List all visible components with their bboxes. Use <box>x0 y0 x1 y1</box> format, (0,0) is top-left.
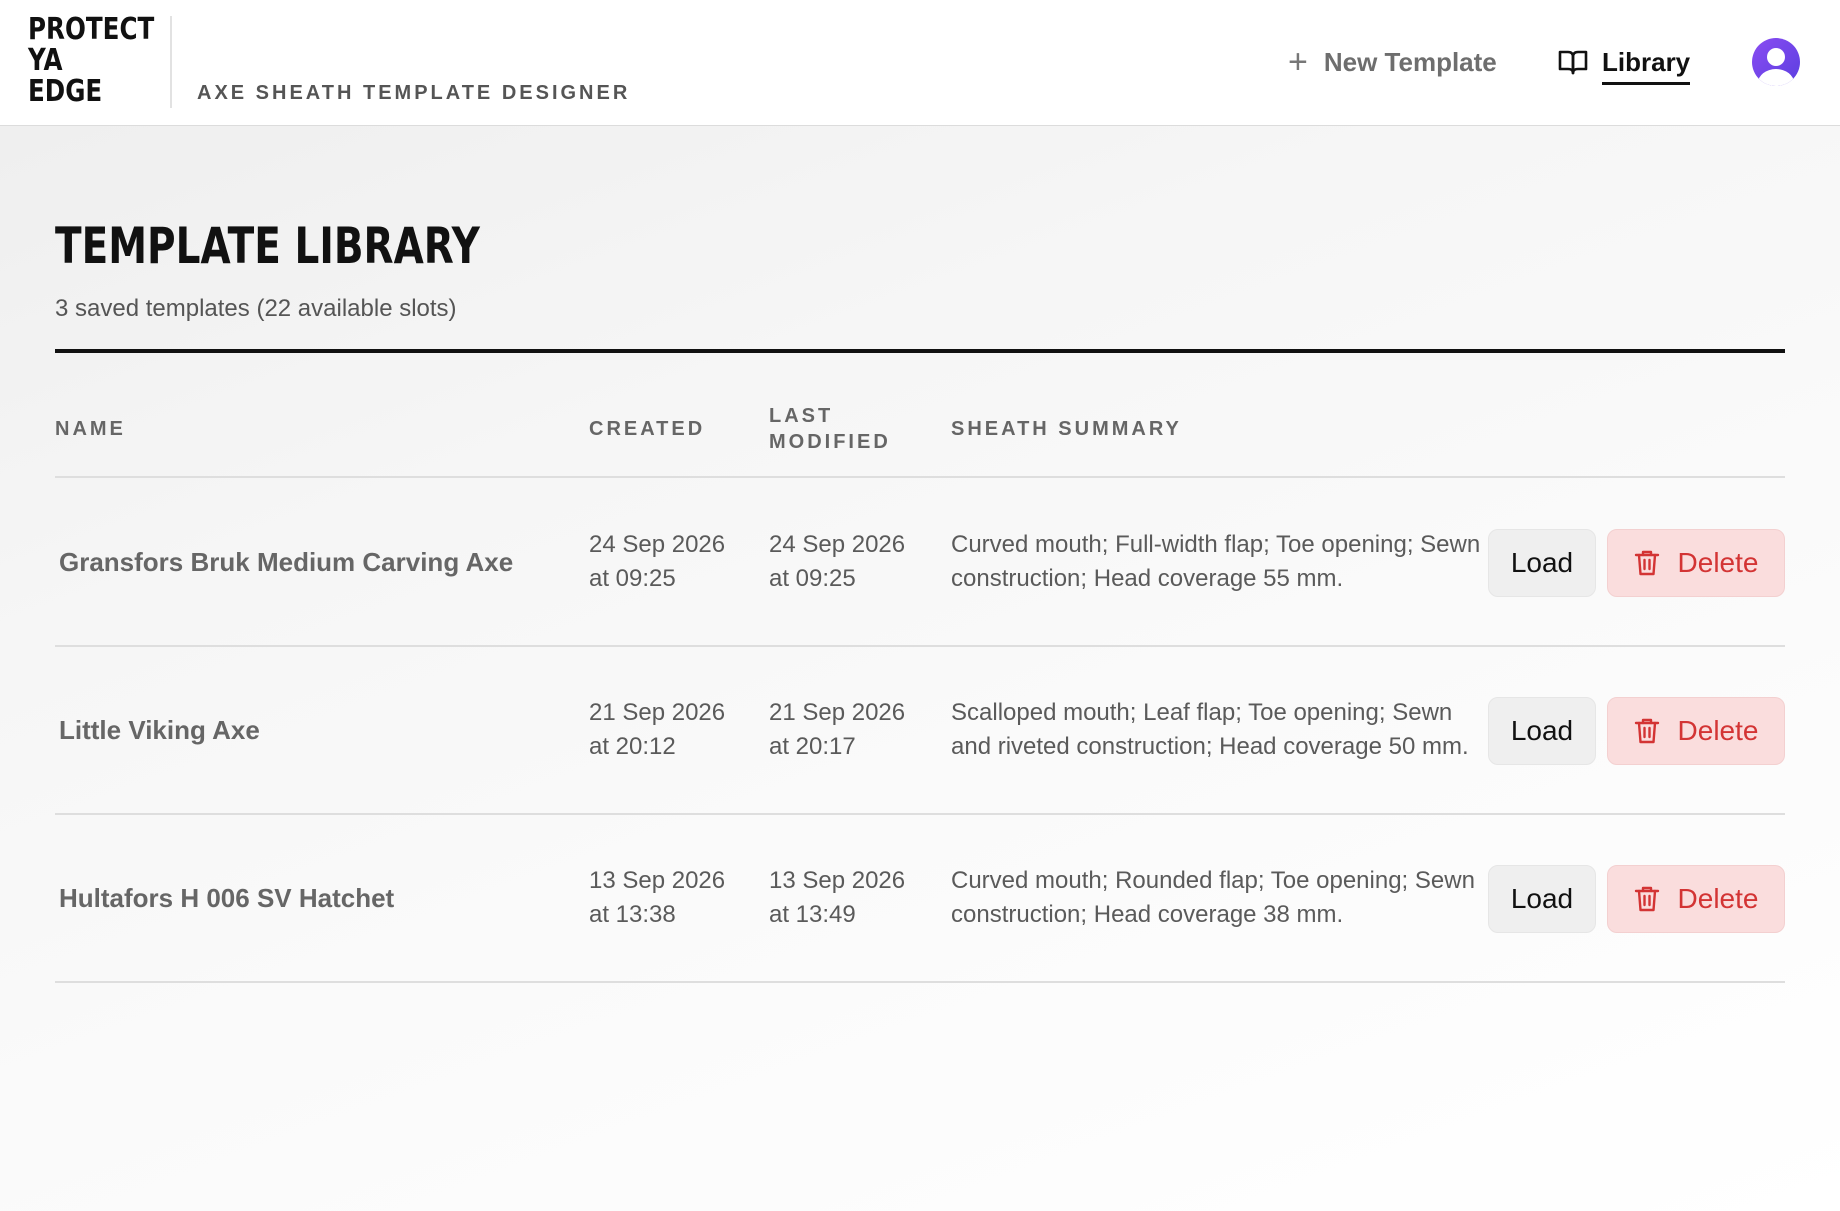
delete-button[interactable]: Delete <box>1607 865 1785 933</box>
modified-date: 13 Sep 2026 at 13:49 <box>769 867 906 928</box>
title-rule <box>55 349 1785 353</box>
load-label: Load <box>1510 883 1574 914</box>
table-divider <box>55 476 1785 478</box>
table-row: Gransfors Bruk Medium Carving Axe 24 Sep… <box>55 479 1785 645</box>
sheath-summary: Curved mouth; Full-width flap; Toe openi… <box>951 531 1481 592</box>
app-subtitle: AXE SHEATH TEMPLATE DESIGNER <box>197 82 631 104</box>
library-nav-link[interactable]: Library <box>1558 44 1691 85</box>
sheath-summary: Scalloped mouth; Leaf flap; Toe opening;… <box>951 699 1469 760</box>
modified-date: 24 Sep 2026 at 09:25 <box>769 531 906 592</box>
modified-date: 21 Sep 2026 at 20:17 <box>769 699 906 760</box>
created-date: 21 Sep 2026 at 20:12 <box>589 699 726 760</box>
table-row: Little Viking Axe 21 Sep 2026 at 20:12 2… <box>55 647 1785 813</box>
library-label: Library <box>1602 47 1691 85</box>
created-date: 24 Sep 2026 at 09:25 <box>589 531 726 592</box>
load-button[interactable]: Load <box>1488 529 1596 597</box>
delete-button[interactable]: Delete <box>1607 529 1785 597</box>
header-divider <box>170 16 172 108</box>
new-template-label: New Template <box>1323 46 1497 77</box>
app-header: PROTECT YA EDGE AXE SHEATH TEMPLATE DESI… <box>0 0 1840 126</box>
delete-button[interactable]: Delete <box>1607 697 1785 765</box>
page-title: TEMPLATE LIBRARY <box>55 217 480 275</box>
new-template-button[interactable]: + New Template <box>1288 44 1497 80</box>
delete-label: Delete <box>1677 715 1759 746</box>
brand-logo[interactable]: PROTECT YA EDGE <box>28 12 155 109</box>
load-button[interactable]: Load <box>1488 697 1596 765</box>
column-header-name: NAME <box>55 418 126 440</box>
user-avatar-icon[interactable] <box>1752 38 1800 86</box>
logo-line-1: PROTECT <box>28 12 155 47</box>
trash-icon <box>1634 718 1659 744</box>
trash-icon <box>1634 886 1659 912</box>
table-divider <box>55 981 1785 983</box>
avatar-shoulders <box>1758 69 1794 86</box>
template-name: Gransfors Bruk Medium Carving Axe <box>59 546 514 577</box>
load-button[interactable]: Load <box>1488 865 1596 933</box>
column-header-sheath-summary: SHEATH SUMMARY <box>951 418 1182 440</box>
table-row: Hultafors H 006 SV Hatchet 13 Sep 2026 a… <box>55 815 1785 981</box>
template-name: Little Viking Axe <box>59 714 260 745</box>
column-header-last-modified: LAST MODIFIED <box>769 405 891 453</box>
delete-label: Delete <box>1677 547 1759 578</box>
book-open-icon <box>1558 50 1588 75</box>
logo-line-2: YA <box>28 43 63 78</box>
avatar-head <box>1767 48 1785 66</box>
sheath-summary: Curved mouth; Rounded flap; Toe opening;… <box>951 867 1475 928</box>
logo-line-3: EDGE <box>28 74 103 109</box>
delete-label: Delete <box>1677 883 1759 914</box>
load-label: Load <box>1510 547 1574 578</box>
template-name: Hultafors H 006 SV Hatchet <box>59 882 395 913</box>
load-label: Load <box>1510 715 1574 746</box>
trash-icon <box>1634 550 1659 576</box>
column-header-created: CREATED <box>589 418 706 440</box>
created-date: 13 Sep 2026 at 13:38 <box>589 867 726 928</box>
plus-icon: + <box>1288 43 1308 81</box>
template-count: 3 saved templates (22 available slots) <box>55 295 457 322</box>
